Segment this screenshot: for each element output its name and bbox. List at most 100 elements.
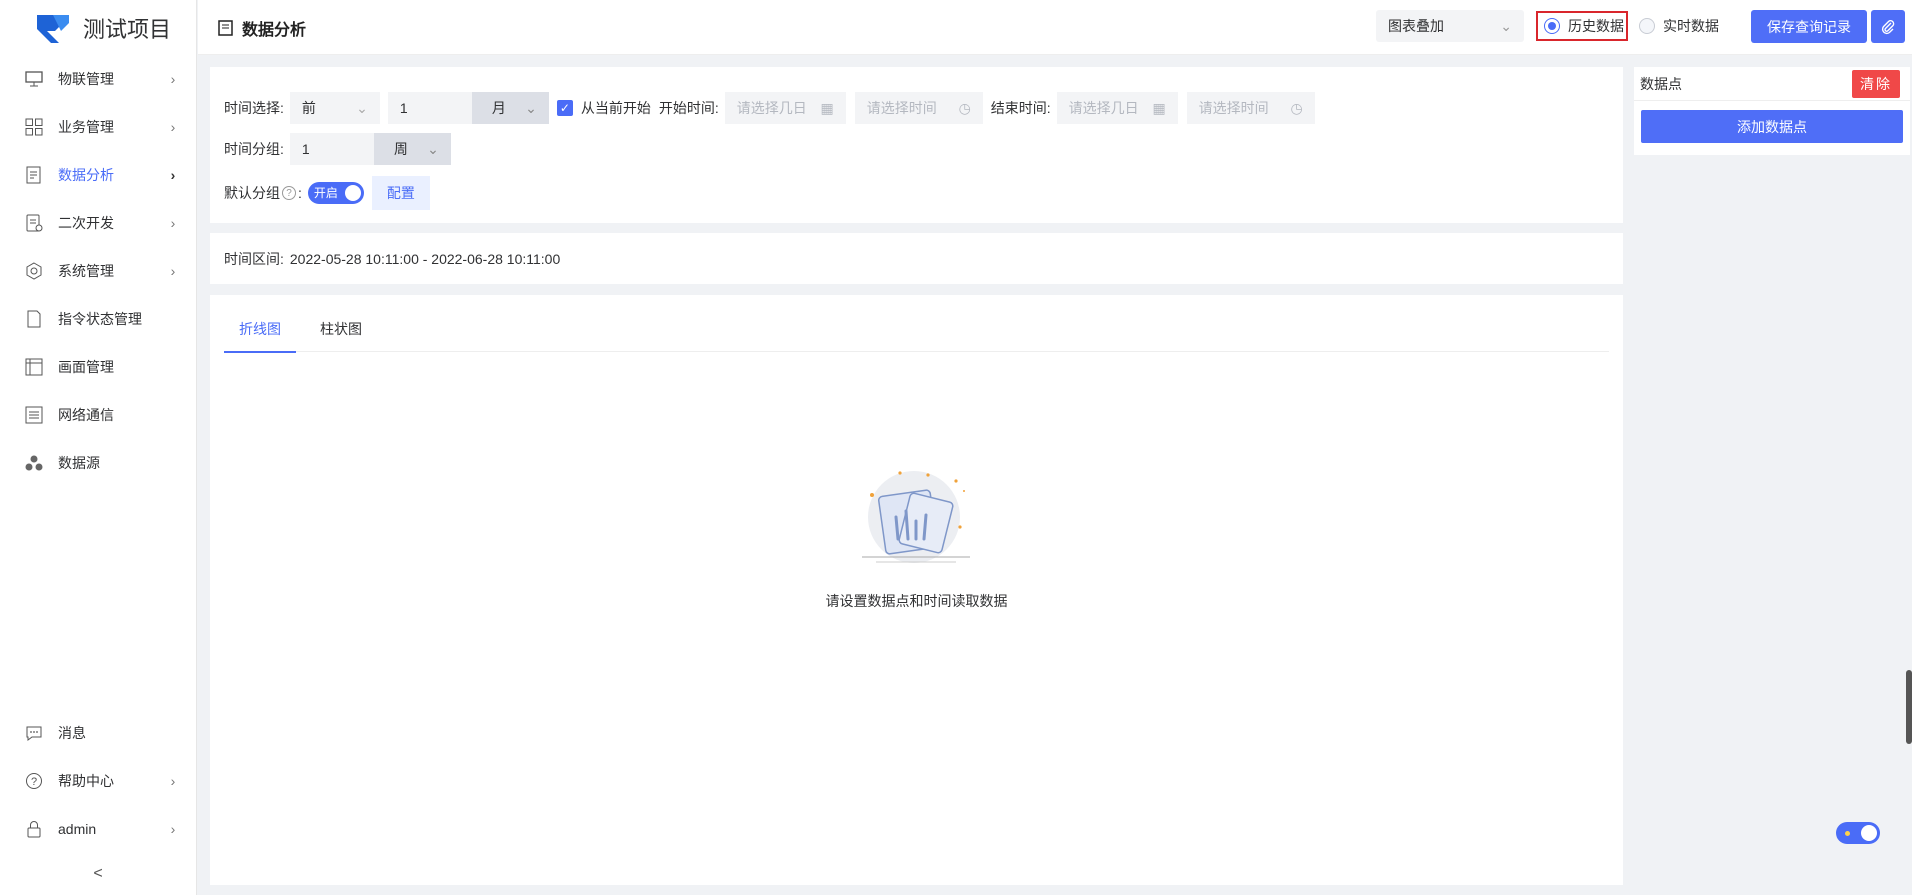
chart-mode-select[interactable]: 图表叠加 ⌄ bbox=[1376, 10, 1524, 42]
clock-icon: ◷ bbox=[1290, 99, 1303, 116]
relative-select[interactable]: 前 ⌄ bbox=[289, 92, 380, 124]
group-unit-select[interactable]: 周 ⌄ bbox=[373, 133, 451, 165]
sidebar-item-network[interactable]: 网络通信 bbox=[0, 391, 197, 439]
sidebar-item-label: 画面管理 bbox=[58, 359, 114, 375]
chevron-right-icon: › bbox=[170, 821, 176, 837]
config-button[interactable]: 配置 bbox=[371, 176, 430, 210]
svg-text:?: ? bbox=[31, 776, 37, 788]
theme-toggle-switch[interactable] bbox=[1836, 822, 1880, 844]
radio-history-data[interactable]: 历史数据 bbox=[1536, 11, 1628, 41]
select-value: 周 bbox=[393, 141, 408, 157]
sidebar: 测试项目 物联管理 › 业务管理 › 数据分析 › 二次开发 › 系统管理 › … bbox=[0, 0, 197, 895]
end-time-label: 结束时间: bbox=[990, 100, 1051, 116]
tab-bar-chart[interactable]: 柱状图 bbox=[305, 320, 377, 352]
calendar-icon: ▦ bbox=[820, 99, 834, 116]
sidebar-item-label: 指令状态管理 bbox=[58, 311, 142, 327]
check-icon: ✓ bbox=[556, 100, 573, 116]
sidebar-item-screen[interactable]: 画面管理 bbox=[0, 343, 197, 391]
monitor-icon bbox=[24, 69, 44, 89]
chevron-right-icon: › bbox=[170, 215, 176, 231]
sidebar-item-label: 二次开发 bbox=[58, 215, 114, 231]
select-value: 前 bbox=[301, 100, 316, 116]
empty-state-text: 请设置数据点和时间读取数据 bbox=[825, 593, 1008, 609]
chart-tabs: 折线图 柱状图 bbox=[224, 320, 1609, 353]
time-range-label: 时间区间: bbox=[224, 250, 284, 267]
group-amount-input[interactable]: 1 bbox=[289, 133, 374, 165]
start-date-picker[interactable]: 请选择几日 ▦ bbox=[724, 92, 846, 124]
time-group-row: 时间分组: 1 周 ⌄ bbox=[224, 133, 451, 165]
empty-chart-illustration bbox=[861, 471, 970, 563]
placeholder: 请选择时间 bbox=[1198, 100, 1269, 116]
sidebar-item-label: 数据分析 bbox=[58, 167, 114, 183]
filter-panel: 时间选择: 前 ⌄ 1 月 ⌄ ✓ 从当前开始 开始时间: 请选择几日 ▦ 请选… bbox=[210, 67, 1623, 223]
sidebar-item-label: 网络通信 bbox=[58, 407, 114, 423]
chart-panel: 折线图 柱状图 请设置数据点和时间读取数据 bbox=[210, 295, 1623, 885]
settings-icon bbox=[24, 261, 44, 281]
paperclip-icon bbox=[1881, 19, 1895, 34]
sidebar-item-help[interactable]: ? 帮助中心 › bbox=[0, 757, 197, 805]
help-icon[interactable]: ? bbox=[282, 186, 296, 200]
end-time-picker[interactable]: 请选择时间 ◷ bbox=[1186, 92, 1315, 124]
end-date-picker[interactable]: 请选择几日 ▦ bbox=[1056, 92, 1178, 124]
sidebar-item-label: 数据源 bbox=[58, 455, 100, 471]
sidebar-item-iot[interactable]: 物联管理 › bbox=[0, 55, 197, 103]
sidebar-item-data-analysis[interactable]: 数据分析 › bbox=[0, 151, 197, 199]
radio-checked-icon bbox=[1544, 18, 1560, 34]
time-select-label: 时间选择: bbox=[224, 100, 284, 116]
lock-icon bbox=[24, 819, 44, 839]
start-time-picker[interactable]: 请选择时间 ◷ bbox=[854, 92, 983, 124]
logo-icon bbox=[37, 14, 69, 43]
chevron-right-icon: › bbox=[170, 119, 176, 135]
chevron-down-icon: ⌄ bbox=[1500, 17, 1512, 34]
grid-icon bbox=[24, 117, 44, 137]
sidebar-item-admin[interactable]: admin › bbox=[0, 805, 197, 853]
placeholder: 请选择几日 bbox=[1068, 100, 1139, 116]
sidebar-item-label: 系统管理 bbox=[58, 263, 114, 279]
unit-select[interactable]: 月 ⌄ bbox=[471, 92, 549, 124]
page-title: 数据分析 bbox=[218, 16, 306, 40]
sidebar-item-dev[interactable]: 二次开发 › bbox=[0, 199, 197, 247]
add-datapoint-button[interactable]: 添加数据点 bbox=[1641, 110, 1903, 143]
chevron-down-icon: ⌄ bbox=[356, 99, 368, 116]
sidebar-item-command-status[interactable]: 指令状态管理 bbox=[0, 295, 197, 343]
default-group-switch[interactable]: 开启 bbox=[307, 182, 364, 204]
report-icon bbox=[24, 165, 44, 185]
report-icon bbox=[218, 20, 233, 36]
sidebar-item-datasource[interactable]: 数据源 bbox=[0, 439, 197, 487]
attachment-button[interactable] bbox=[1871, 10, 1905, 43]
clock-icon: ◷ bbox=[958, 99, 971, 116]
datapoints-panel: 数据点 清除 添加数据点 bbox=[1634, 67, 1910, 155]
from-now-checkbox[interactable]: ✓ 从当前开始 bbox=[556, 98, 651, 118]
sidebar-item-label: 帮助中心 bbox=[58, 773, 114, 789]
sidebar-item-system[interactable]: 系统管理 › bbox=[0, 247, 197, 295]
select-value: 月 bbox=[491, 100, 506, 116]
chevron-right-icon: › bbox=[170, 167, 176, 183]
empty-state: 请设置数据点和时间读取数据 bbox=[210, 465, 1623, 611]
sidebar-item-business[interactable]: 业务管理 › bbox=[0, 103, 197, 151]
radio-realtime-data[interactable]: 实时数据 bbox=[1639, 11, 1719, 41]
datapoints-title: 数据点 bbox=[1640, 75, 1682, 92]
default-group-label: 默认分组 bbox=[224, 185, 280, 201]
radio-label: 历史数据 bbox=[1568, 18, 1624, 34]
sidebar-collapse-button[interactable]: < bbox=[88, 865, 108, 885]
canvas-icon bbox=[24, 357, 44, 377]
sidebar-item-messages[interactable]: 消息 bbox=[0, 709, 197, 757]
app-logo[interactable]: 测试项目 bbox=[0, 0, 196, 55]
chevron-down-icon: ⌄ bbox=[525, 99, 537, 116]
scrollbar-thumb[interactable] bbox=[1906, 670, 1912, 744]
sidebar-item-label: 物联管理 bbox=[58, 71, 114, 87]
sidebar-item-label: admin bbox=[58, 821, 97, 837]
list-icon bbox=[24, 405, 44, 425]
code-doc-icon bbox=[24, 213, 44, 233]
tab-line-chart[interactable]: 折线图 bbox=[224, 320, 296, 353]
cluster-icon bbox=[24, 453, 44, 473]
checkbox-label: 从当前开始 bbox=[580, 100, 651, 116]
placeholder: 请选择时间 bbox=[866, 100, 937, 116]
chat-icon bbox=[24, 723, 44, 743]
page-title-text: 数据分析 bbox=[242, 22, 307, 39]
clear-button[interactable]: 清除 bbox=[1852, 69, 1900, 98]
save-query-button[interactable]: 保存查询记录 bbox=[1751, 10, 1867, 43]
time-select-row: 时间选择: 前 ⌄ 1 月 ⌄ ✓ 从当前开始 开始时间: 请选择几日 ▦ 请选… bbox=[224, 92, 1315, 124]
amount-input[interactable]: 1 bbox=[387, 92, 472, 124]
datapoints-header: 数据点 清除 bbox=[1634, 67, 1910, 101]
